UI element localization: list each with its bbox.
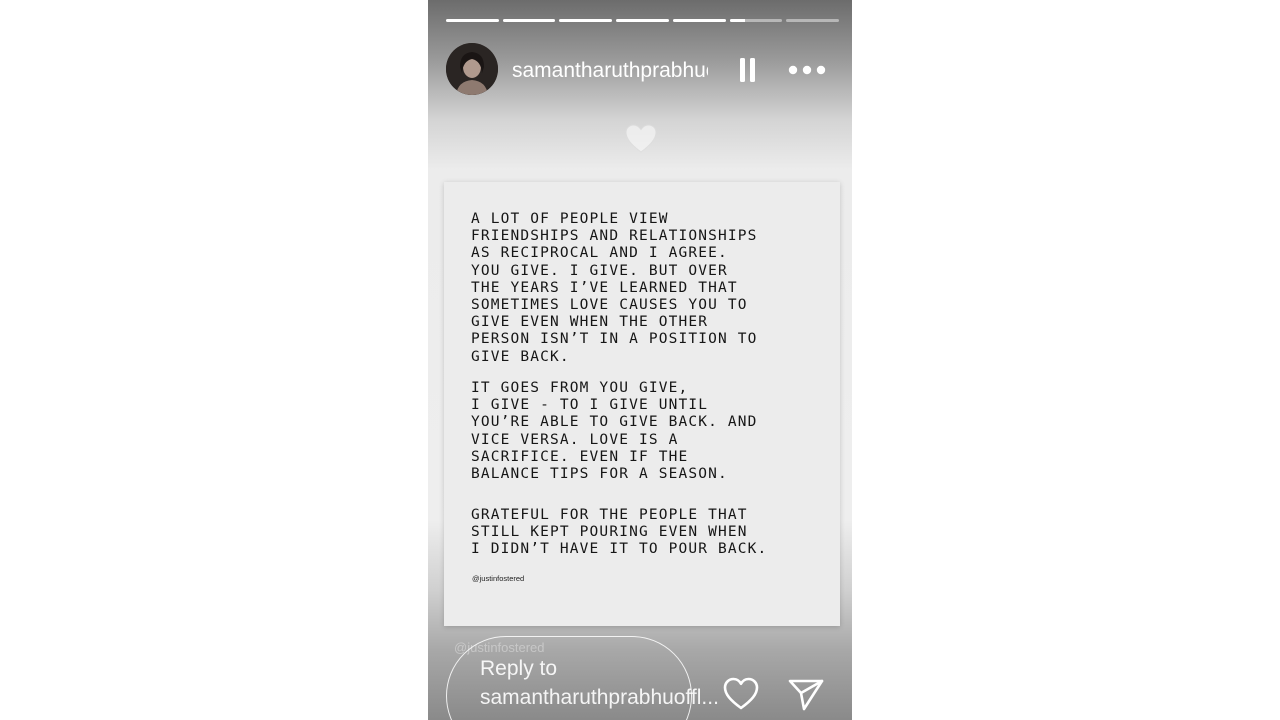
progress-segment-fill xyxy=(672,19,726,22)
progress-segment xyxy=(446,19,499,22)
story-username[interactable]: samantharuthprabhuoffl xyxy=(512,58,708,84)
progress-segment xyxy=(559,19,613,22)
quote-paragraph: IT GOES FROM YOU GIVE, I GIVE - TO I GIV… xyxy=(471,380,758,483)
progress-segment xyxy=(502,19,556,22)
like-button[interactable] xyxy=(722,676,760,712)
progress-segment xyxy=(672,19,726,22)
reply-input[interactable]: Reply to samantharuthprabhuoffl... xyxy=(446,636,719,720)
progress-segment xyxy=(786,19,840,22)
progress-segment-fill xyxy=(502,19,556,22)
quote-paragraph: GRATEFUL FOR THE PEOPLE THAT STILL KEPT … xyxy=(471,507,768,558)
white-heart-icon xyxy=(625,124,657,153)
progress-segment-fill xyxy=(616,19,669,22)
send-button[interactable] xyxy=(787,676,825,712)
progress-segment-fill xyxy=(446,19,499,22)
more-options-button[interactable] xyxy=(786,55,828,85)
story-viewer: samantharuthprabhuoffl A LOT OF PEOPLE V… xyxy=(428,0,852,720)
send-icon xyxy=(788,679,824,711)
white-heart-emoji xyxy=(624,122,658,156)
progress-segment xyxy=(729,19,783,22)
pause-icon xyxy=(740,58,755,82)
profile-avatar[interactable] xyxy=(446,43,498,95)
more-options-icon xyxy=(788,65,826,75)
progress-segment xyxy=(616,19,669,22)
card-credit-handle: @justinfostered xyxy=(472,574,525,583)
progress-segment-fill xyxy=(559,19,613,22)
heart-icon xyxy=(723,677,759,710)
pause-button[interactable] xyxy=(732,55,762,85)
avatar-image xyxy=(446,43,498,95)
quote-card: A LOT OF PEOPLE VIEW FRIENDSHIPS AND REL… xyxy=(444,182,840,626)
story-progress-bar xyxy=(446,19,840,22)
reply-placeholder: Reply to samantharuthprabhuoffl... xyxy=(480,657,719,709)
progress-segment-fill xyxy=(729,19,746,22)
quote-paragraph: A LOT OF PEOPLE VIEW FRIENDSHIPS AND REL… xyxy=(471,211,758,365)
